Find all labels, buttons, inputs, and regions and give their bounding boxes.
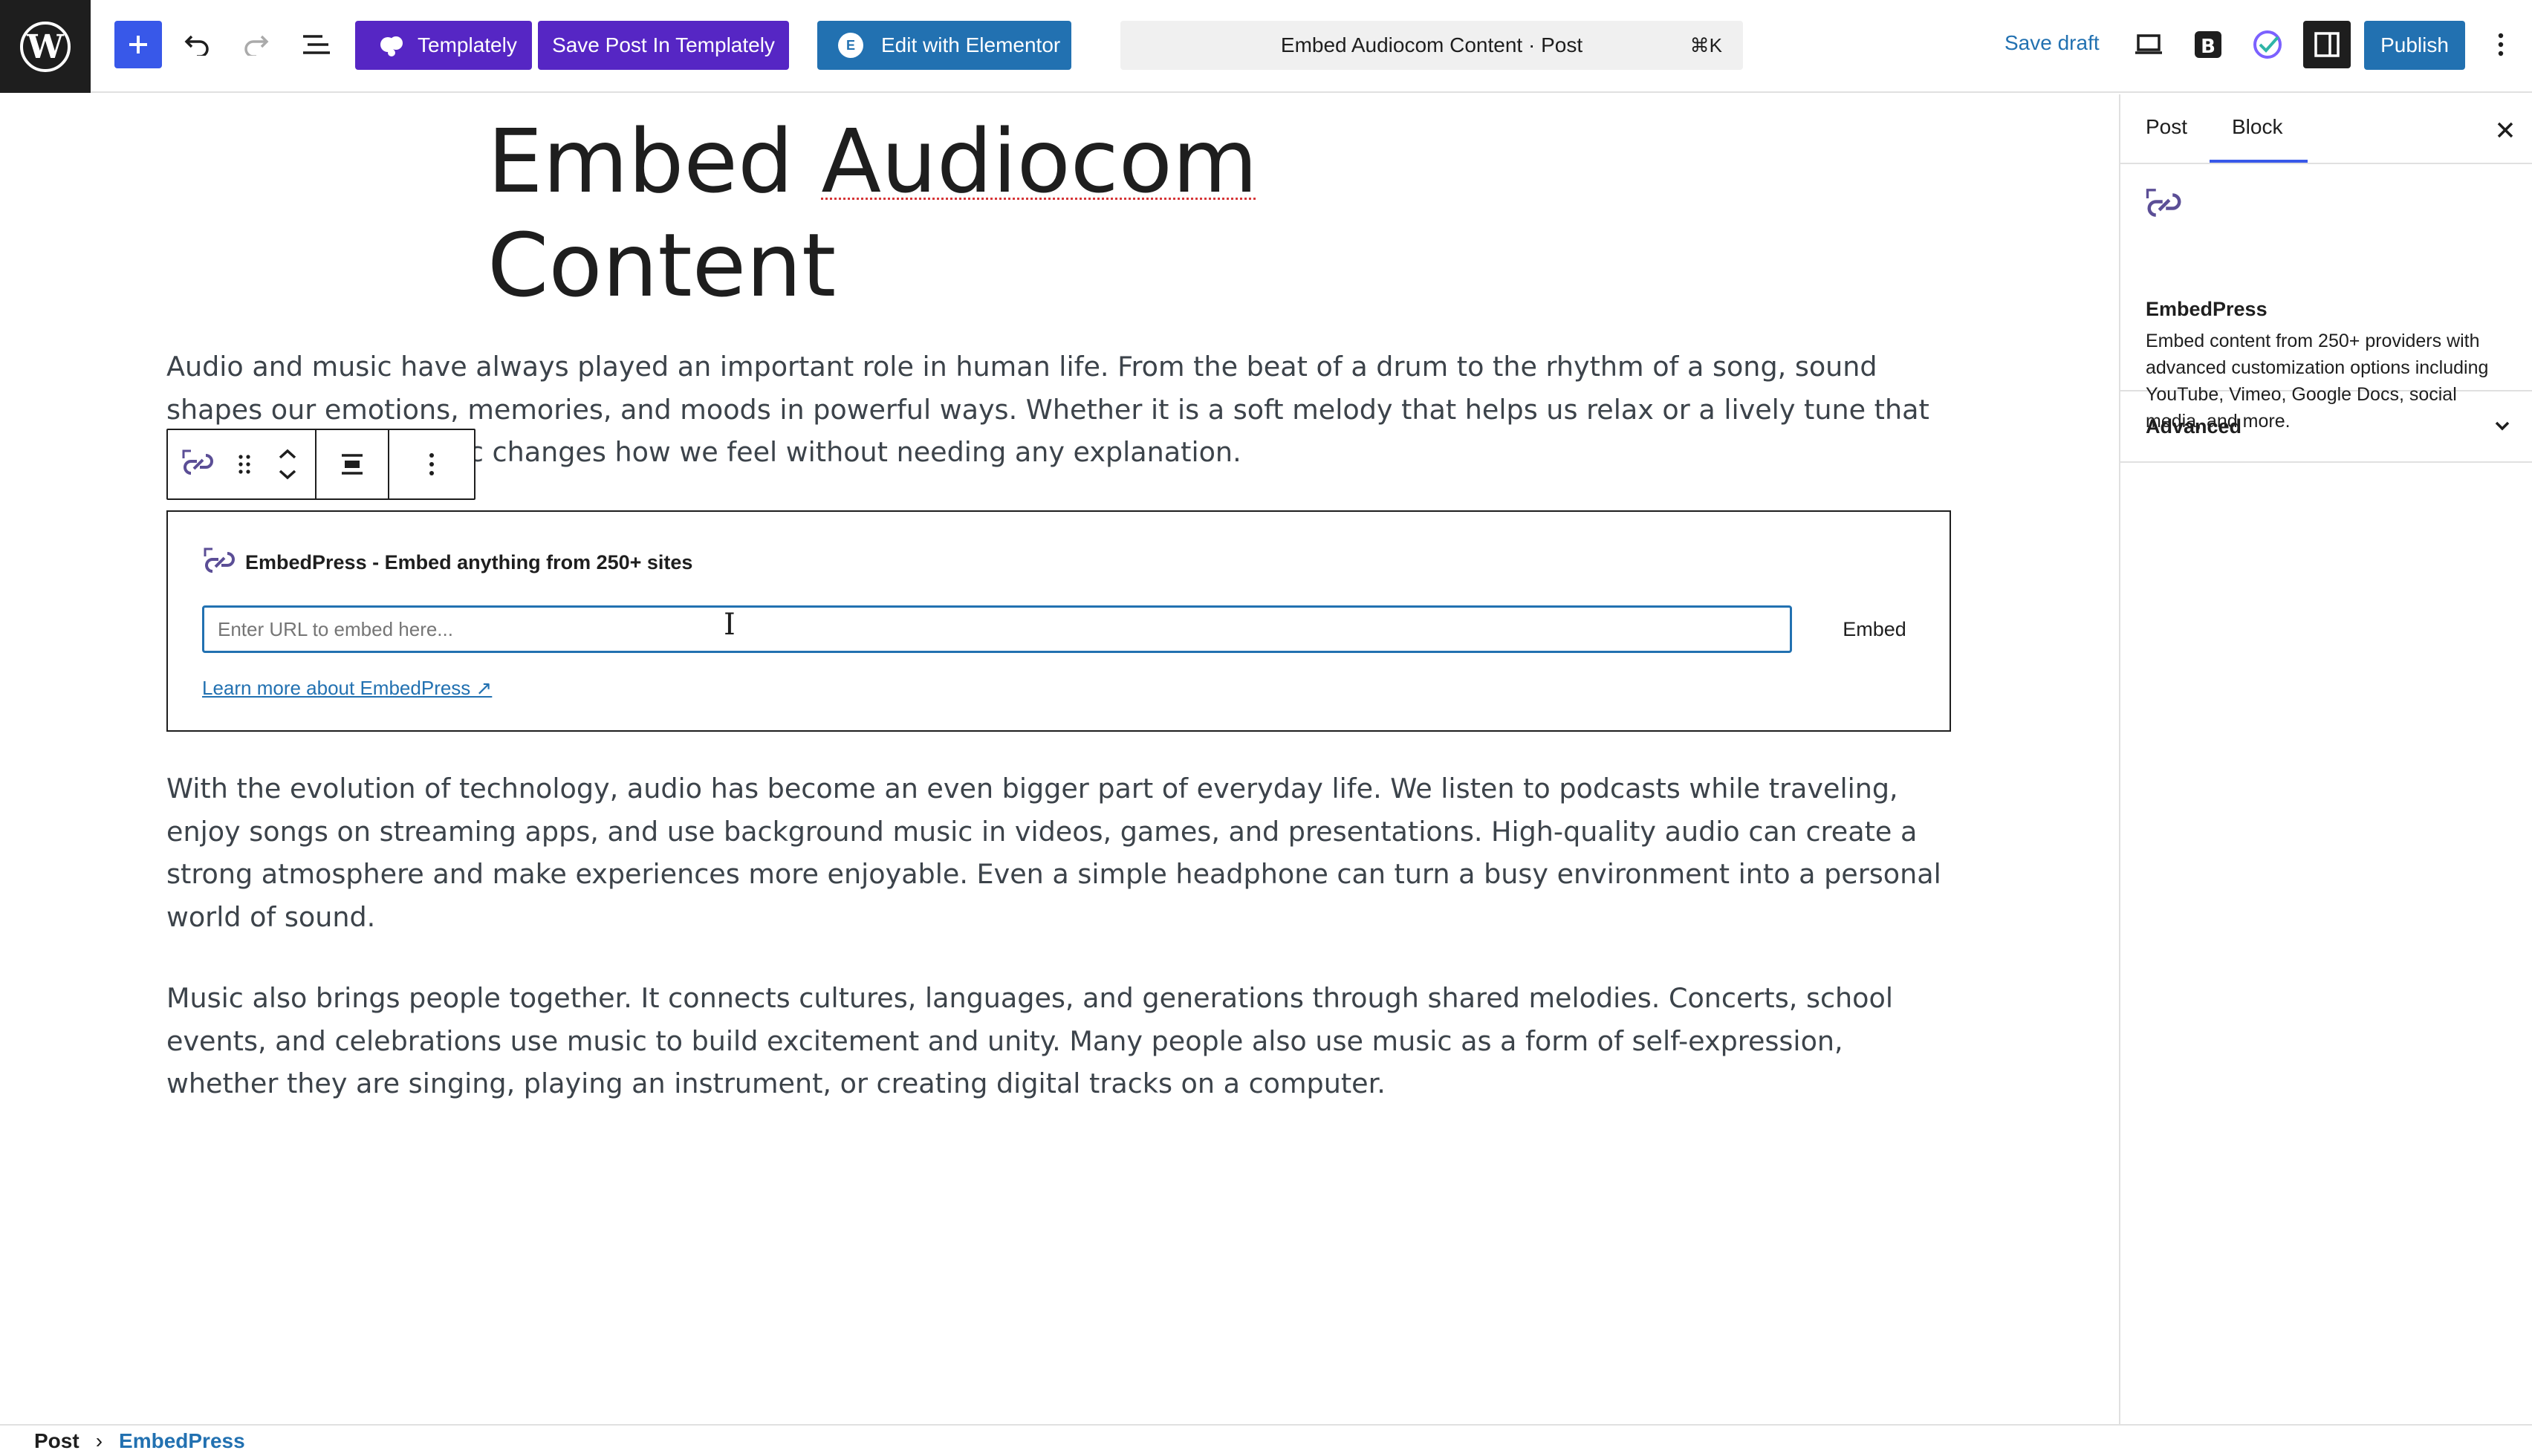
advanced-label: Advanced xyxy=(2146,415,2242,438)
templately-button[interactable]: Templately xyxy=(355,21,532,70)
templately-label: Templately xyxy=(418,33,517,56)
settings-sidebar: Post Block EmbedPress Embed content from… xyxy=(2119,94,2532,1424)
active-tab-indicator xyxy=(2210,160,2308,163)
more-vertical-icon xyxy=(429,453,434,475)
paragraph-block-2[interactable]: With the evolution of technology, audio … xyxy=(166,767,1950,938)
embed-block-header: EmbedPress - Embed anything from 250+ si… xyxy=(202,546,692,579)
advanced-panel-toggle[interactable]: Advanced xyxy=(2120,391,2532,463)
chevron-down-icon[interactable] xyxy=(278,469,297,480)
breadcrumb-post[interactable]: Post xyxy=(34,1429,79,1453)
more-vertical-icon xyxy=(2498,33,2504,56)
save-post-in-templately-button[interactable]: Save Post In Templately xyxy=(538,21,789,70)
undo-icon xyxy=(184,35,209,56)
embedpress-icon xyxy=(204,547,235,573)
wordpress-logo-button[interactable]: W xyxy=(0,0,91,93)
drag-handle-icon xyxy=(238,455,250,474)
preview-button[interactable] xyxy=(2125,21,2172,68)
command-palette-bar[interactable]: Embed Audiocom Content · Post ⌘K xyxy=(1120,21,1743,70)
seo-plugin-button[interactable] xyxy=(2244,21,2291,68)
embedpress-icon xyxy=(2146,189,2181,217)
svg-text:W: W xyxy=(26,28,64,66)
editor-canvas: Embed Audiocom Content Audio and music ha… xyxy=(0,94,2119,1424)
check-circle-icon xyxy=(2253,30,2282,59)
embedpress-block[interactable]: EmbedPress - Embed anything from 250+ si… xyxy=(166,510,1951,732)
redo-button[interactable] xyxy=(232,21,279,68)
breadcrumb-embedpress[interactable]: EmbedPress xyxy=(119,1429,245,1453)
text-cursor-icon: I xyxy=(724,608,736,642)
embed-button[interactable]: Embed xyxy=(1819,605,1930,653)
block-toolbar-group xyxy=(168,430,316,498)
learn-more-link[interactable]: Learn more about EmbedPress ↗ xyxy=(202,677,492,700)
block-toolbar xyxy=(166,429,475,500)
tab-post[interactable]: Post xyxy=(2146,115,2187,139)
settings-sidebar-toggle[interactable] xyxy=(2303,21,2351,68)
editor-top-bar: W Templately Save Post In Templately E E… xyxy=(0,0,2532,93)
wordpress-icon: W xyxy=(20,21,71,72)
command-shortcut: ⌘K xyxy=(1689,34,1722,56)
embedpress-block-icon[interactable] xyxy=(173,448,224,481)
svg-text:B: B xyxy=(2201,36,2216,58)
chevron-down-icon xyxy=(2495,421,2510,431)
sidebar-icon xyxy=(2314,32,2340,57)
block-card: EmbedPress Embed content from 250+ provi… xyxy=(2120,164,2532,432)
breadcrumb-separator: › xyxy=(95,1429,103,1452)
close-icon[interactable] xyxy=(2495,120,2516,140)
redo-icon xyxy=(244,35,269,56)
block-card-title: EmbedPress xyxy=(2146,298,2268,320)
save-templately-label: Save Post In Templately xyxy=(552,33,775,56)
title-word-audiocom: Audiocom xyxy=(821,110,1258,212)
undo-button[interactable] xyxy=(174,21,221,68)
publish-button[interactable]: Publish xyxy=(2364,21,2465,70)
embed-url-input[interactable] xyxy=(202,605,1792,653)
document-title: Embed Audiocom Content · Post xyxy=(1280,33,1583,56)
align-center-icon xyxy=(342,454,363,475)
elementor-label: Edit with Elementor xyxy=(881,33,1061,56)
post-title[interactable]: Embed Audiocom Content xyxy=(487,109,1379,317)
list-view-icon xyxy=(303,35,330,54)
add-block-button[interactable] xyxy=(114,21,162,68)
paragraph-block-3[interactable]: Music also brings people together. It co… xyxy=(166,977,1950,1105)
options-menu-button[interactable] xyxy=(2477,21,2525,68)
blocks-plugin-button[interactable]: B xyxy=(2184,21,2232,68)
embed-block-heading: EmbedPress - Embed anything from 250+ si… xyxy=(245,550,693,573)
sidebar-tabs: Post Block xyxy=(2120,94,2532,164)
edit-with-elementor-button[interactable]: E Edit with Elementor xyxy=(817,21,1071,70)
desktop-preview-icon xyxy=(2135,34,2162,54)
title-word-embed: Embed xyxy=(487,110,793,212)
drag-handle[interactable] xyxy=(224,453,265,475)
title-word-content: Content xyxy=(487,214,837,316)
plugin-b-icon: B xyxy=(2195,31,2221,58)
breadcrumb: Post › EmbedPress xyxy=(0,1424,2532,1456)
elementor-icon: E xyxy=(838,33,863,58)
document-overview-button[interactable] xyxy=(293,21,340,68)
block-options-button[interactable] xyxy=(389,430,474,498)
tab-block[interactable]: Block xyxy=(2232,115,2282,139)
save-draft-button[interactable]: Save draft xyxy=(2004,31,2100,55)
plus-icon xyxy=(129,36,147,53)
align-button[interactable] xyxy=(316,430,389,498)
chevron-up-icon[interactable] xyxy=(278,449,297,459)
embedpress-icon xyxy=(182,449,213,475)
move-buttons[interactable] xyxy=(265,449,310,480)
templately-cloud-icon xyxy=(380,36,403,56)
